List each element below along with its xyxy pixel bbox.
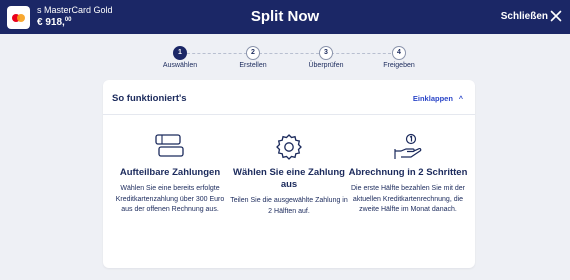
feature-choose-payment: Wählen Sie eine Zahlung aus Teilen Sie d… [229,132,349,217]
cards-icon [155,134,184,157]
chevron-up-icon: ^ [458,96,463,103]
step-connector [187,53,247,54]
how-it-works-panel: So funktioniert's Einklappen ^ Aufteilbar… [103,80,475,268]
feature-title: Wählen Sie eine Zahlung aus [233,167,345,190]
hand-coins-icon [394,133,422,159]
step-1-indicator: 1 [173,46,187,60]
feature-split-payments: Aufteilbare Zahlungen Wählen Sie eine be… [110,132,230,216]
top-bar: s MasterCard Gold € 918,00 Split Now Sch… [0,0,570,34]
collapse-button[interactable]: Einklappen ^ [413,94,463,103]
feature-title: Abrechnung in 2 Schritten [348,167,468,178]
collapse-label: Einklappen [412,94,453,103]
feature-text: Teilen Sie die ausgewählte Zahlung in 2 … [230,197,348,215]
feature-title: Aufteilbare Zahlungen [119,167,221,178]
step-2-indicator: 2 [246,46,260,60]
feature-text: Die erste Hälfte bezahlen Sie mit der ak… [351,185,465,213]
gear-icon [276,134,302,160]
page-title: Split Now [250,8,320,25]
panel-title: So funktioniert's [112,93,187,104]
step-3-indicator: 3 [319,46,333,60]
divider [103,114,475,115]
step-1-label: Auswählen [162,62,198,69]
close-button-label[interactable]: Schließen [501,11,548,22]
step-4-indicator: 4 [392,46,406,60]
step-4-label: Freigeben [383,62,415,69]
step-2-label: Erstellen [239,62,267,69]
step-3-label: Überprüfen [308,62,344,69]
step-connector [259,53,319,54]
close-icon[interactable] [550,10,562,22]
step-connector [331,53,391,54]
feature-text: Wählen Sie eine bereits erfolgte Kreditk… [115,185,225,213]
stepper: 1 2 3 4 Auswählen Erstellen Überprüfen F… [150,46,420,72]
feature-two-step-billing: Abrechnung in 2 Schritten Die erste Hälf… [348,132,468,216]
